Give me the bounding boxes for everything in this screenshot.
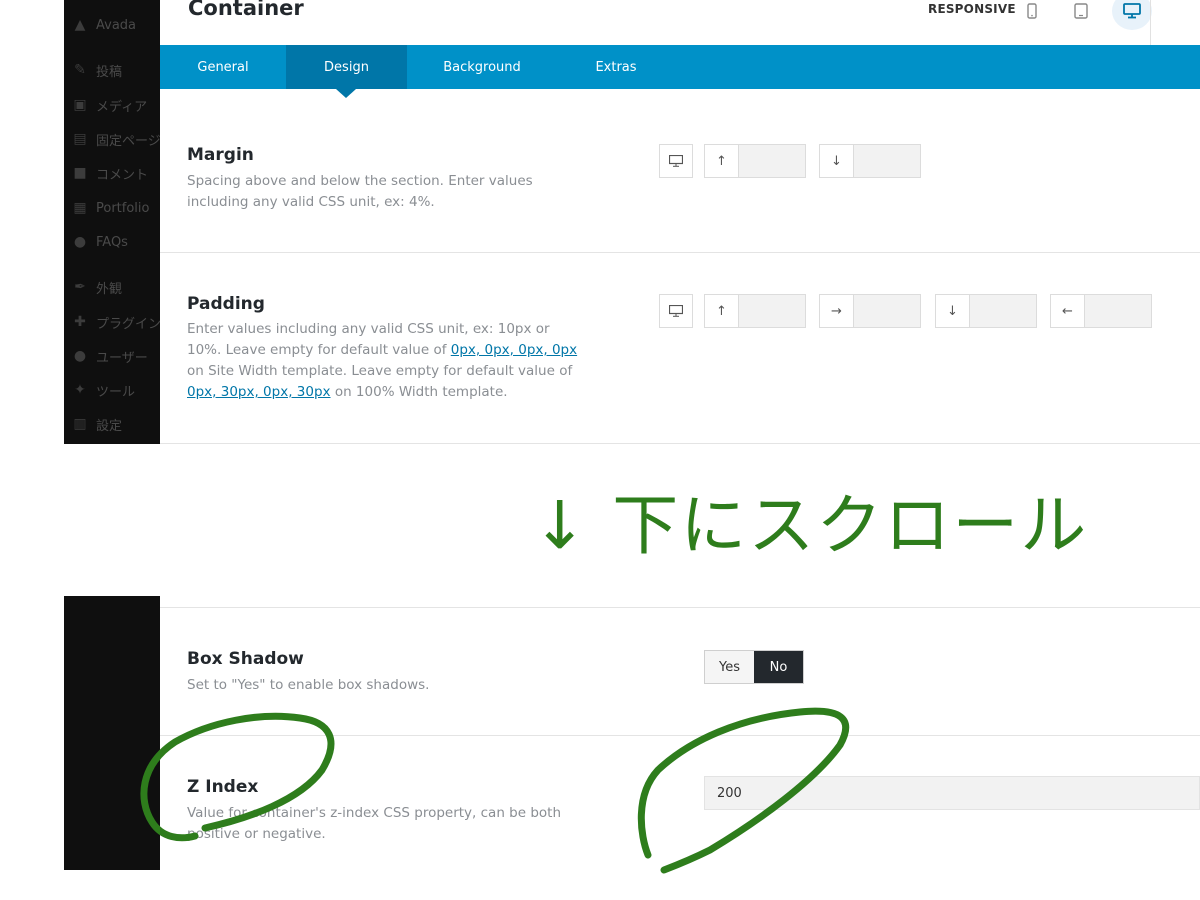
box-shadow-toggle: Yes No xyxy=(704,650,804,684)
page-title: Container xyxy=(188,0,304,20)
margin-responsive-toggle[interactable] xyxy=(659,144,693,178)
box-shadow-no-button[interactable]: No xyxy=(754,651,803,683)
arrow-right-icon: → xyxy=(820,295,854,327)
row-divider xyxy=(160,252,1200,253)
mobile-icon xyxy=(1027,3,1037,19)
tablet-preview-button[interactable] xyxy=(1061,0,1101,30)
padding-bottom-input[interactable] xyxy=(970,295,1036,327)
padding-top-input[interactable] xyxy=(739,295,805,327)
active-tab-caret xyxy=(336,89,356,98)
arrow-down-icon: ↓ xyxy=(936,295,970,327)
mobile-preview-button[interactable] xyxy=(1012,0,1052,30)
hand-drawn-annotations xyxy=(140,707,850,874)
wp-admin-sidebar-lower xyxy=(64,596,160,870)
sidebar-item-users[interactable]: ● ユーザー xyxy=(72,345,148,367)
z-index-title: Z Index xyxy=(187,777,259,797)
desktop-icon xyxy=(669,305,683,317)
padding-right-field: → xyxy=(819,294,921,328)
tablet-icon xyxy=(1074,3,1088,19)
brush-icon: ✒ xyxy=(74,279,86,295)
desktop-icon xyxy=(1123,3,1141,19)
desktop-preview-button[interactable] xyxy=(1112,0,1152,30)
box-shadow-yes-button[interactable]: Yes xyxy=(705,651,754,683)
sidebar-item-tools[interactable]: ✦ ツール xyxy=(72,379,135,401)
comment-icon: ■ xyxy=(73,165,87,181)
margin-top-field: ↑ xyxy=(704,144,806,178)
z-index-description: Value for container's z-index CSS proper… xyxy=(187,805,562,842)
row-divider xyxy=(160,443,1200,444)
wrench-icon: ✦ xyxy=(74,382,86,398)
sidebar-item-comments[interactable]: ■ コメント xyxy=(72,162,148,184)
pin-icon: ✎ xyxy=(74,62,86,78)
padding-title: Padding xyxy=(187,294,265,314)
sidebar-item-media[interactable]: ▣ メディア xyxy=(72,94,147,116)
settings-icon: ▥ xyxy=(73,416,87,432)
arrow-left-icon: ← xyxy=(1051,295,1085,327)
pages-icon: ▤ xyxy=(73,131,87,147)
padding-left-input[interactable] xyxy=(1085,295,1151,327)
padding-bottom-field: ↓ xyxy=(935,294,1037,328)
box-shadow-title: Box Shadow xyxy=(187,649,304,669)
header-divider xyxy=(1150,0,1151,45)
sidebar-item-posts[interactable]: ✎ 投稿 xyxy=(72,59,122,81)
tab-extras[interactable]: Extras xyxy=(557,45,675,89)
margin-description: Spacing above and below the section. Ent… xyxy=(187,173,533,210)
margin-title: Margin xyxy=(187,145,254,165)
sidebar-item-pages[interactable]: ▤ 固定ページ xyxy=(72,128,160,150)
faq-icon: ● xyxy=(73,234,87,250)
responsive-label: RESPONSIVE xyxy=(928,2,1016,16)
sidebar-item-settings[interactable]: ▥ 設定 xyxy=(72,413,122,435)
z-index-input[interactable]: 200 xyxy=(704,776,1200,810)
margin-bottom-input[interactable] xyxy=(854,145,920,177)
arrow-down-icon: ↓ xyxy=(820,145,854,177)
margin-top-input[interactable] xyxy=(739,145,805,177)
sidebar-item-faqs[interactable]: ● FAQs xyxy=(72,231,128,253)
sidebar-item-avada[interactable]: ▲ Avada xyxy=(72,14,136,36)
tab-design[interactable]: Design xyxy=(286,45,407,89)
scroll-down-note: ↓ 下にスクロール xyxy=(532,487,1089,564)
arrow-up-icon: ↑ xyxy=(705,295,739,327)
sidebar-item-portfolio[interactable]: ▦ Portfolio xyxy=(72,197,149,219)
portfolio-icon: ▦ xyxy=(73,200,87,216)
padding-responsive-toggle[interactable] xyxy=(659,294,693,328)
user-icon: ● xyxy=(73,348,87,364)
padding-site-width-default-link[interactable]: 0px, 0px, 0px, 0px xyxy=(451,342,577,358)
page: ▲ Avada ✎ 投稿 ▣ メディア ▤ 固定ページ ■ コメント ▦ Por… xyxy=(0,0,1200,900)
sidebar-item-appearance[interactable]: ✒ 外観 xyxy=(72,276,122,298)
padding-full-width-default-link[interactable]: 0px, 30px, 0px, 30px xyxy=(187,384,331,400)
tab-general[interactable]: General xyxy=(160,45,286,89)
padding-right-input[interactable] xyxy=(854,295,920,327)
tab-background[interactable]: Background xyxy=(407,45,557,89)
wp-admin-sidebar: ▲ Avada ✎ 投稿 ▣ メディア ▤ 固定ページ ■ コメント ▦ Por… xyxy=(64,0,160,444)
arrow-up-icon: ↑ xyxy=(705,145,739,177)
media-icon: ▣ xyxy=(73,97,87,113)
desktop-icon xyxy=(669,155,683,167)
margin-bottom-field: ↓ xyxy=(819,144,921,178)
padding-top-field: ↑ xyxy=(704,294,806,328)
row-divider xyxy=(160,607,1200,608)
modal-header: Container RESPONSIVE xyxy=(160,0,1200,45)
plugin-icon: ✚ xyxy=(74,314,86,330)
avada-logo-icon: ▲ xyxy=(74,17,86,33)
padding-left-field: ← xyxy=(1050,294,1152,328)
sidebar-item-plugins[interactable]: ✚ プラグイン xyxy=(72,311,160,333)
padding-description: Enter values including any valid CSS uni… xyxy=(187,321,578,400)
tab-bar: General Design Background Extras xyxy=(160,45,1200,89)
row-divider xyxy=(160,735,1200,736)
box-shadow-description: Set to "Yes" to enable box shadows. xyxy=(187,677,430,693)
